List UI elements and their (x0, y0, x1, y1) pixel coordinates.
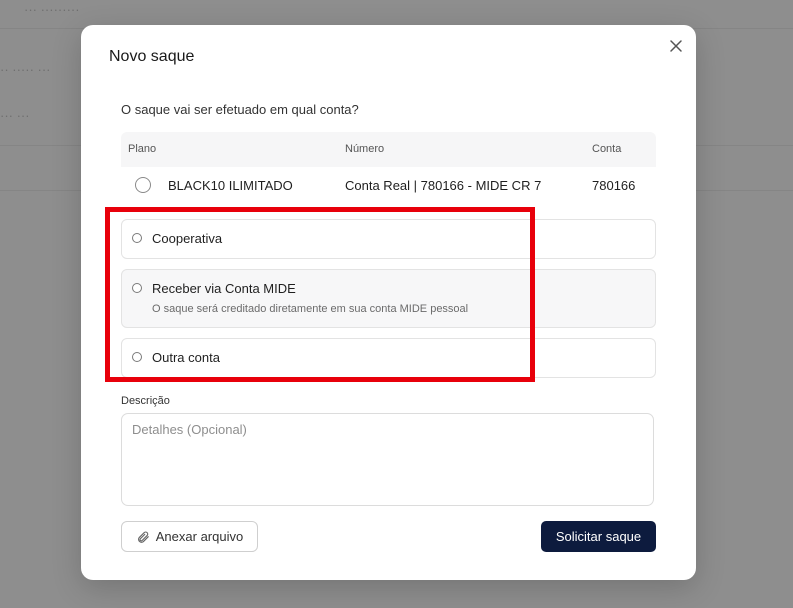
option-label: Receber via Conta MIDE (152, 281, 296, 296)
background-text: ··· ········· (24, 2, 80, 17)
withdraw-modal: Novo saque O saque vai ser efetuado em q… (81, 25, 696, 580)
table-header: Plano Número Conta (121, 132, 656, 167)
cell-numero: Conta Real | 780166 - MIDE CR 7 (345, 178, 542, 193)
account-question: O saque vai ser efetuado em qual conta? (121, 102, 359, 117)
accounts-table: Plano Número Conta BLACK10 ILIMITADO Con… (121, 132, 656, 206)
table-row[interactable]: BLACK10 ILIMITADO Conta Real | 780166 - … (121, 167, 656, 206)
close-icon (670, 40, 682, 52)
close-button[interactable] (665, 35, 687, 57)
option-label: Outra conta (152, 350, 220, 365)
option-radio[interactable] (132, 283, 142, 293)
cell-plano: BLACK10 ILIMITADO (168, 178, 293, 193)
background-text: ·· ····· ··· (0, 62, 51, 77)
option-label: Cooperativa (152, 231, 223, 246)
modal-title: Novo saque (109, 48, 195, 65)
column-header-conta: Conta (592, 143, 622, 155)
account-radio[interactable] (135, 177, 151, 193)
option-radio[interactable] (132, 233, 142, 243)
description-textarea[interactable] (121, 413, 654, 506)
option-sublabel: O saque será creditado diretamente em su… (152, 303, 469, 315)
cell-conta: 780166 (592, 178, 636, 193)
background-text: ··· ··· (0, 108, 30, 123)
submit-withdraw-button[interactable]: Solicitar saque (541, 521, 656, 552)
column-header-plano: Plano (128, 143, 157, 155)
description-label: Descrição (121, 395, 170, 407)
option-outra-conta[interactable]: Outra conta (121, 338, 656, 378)
column-header-numero: Número (345, 143, 385, 155)
option-conta-mide[interactable]: Receber via Conta MIDE O saque será cred… (121, 269, 656, 328)
attach-file-label: Anexar arquivo (155, 529, 244, 544)
option-cooperativa[interactable]: Cooperativa (121, 219, 656, 259)
option-radio[interactable] (132, 352, 142, 362)
attach-file-button[interactable]: Anexar arquivo (121, 521, 258, 552)
paperclip-icon (137, 531, 149, 543)
